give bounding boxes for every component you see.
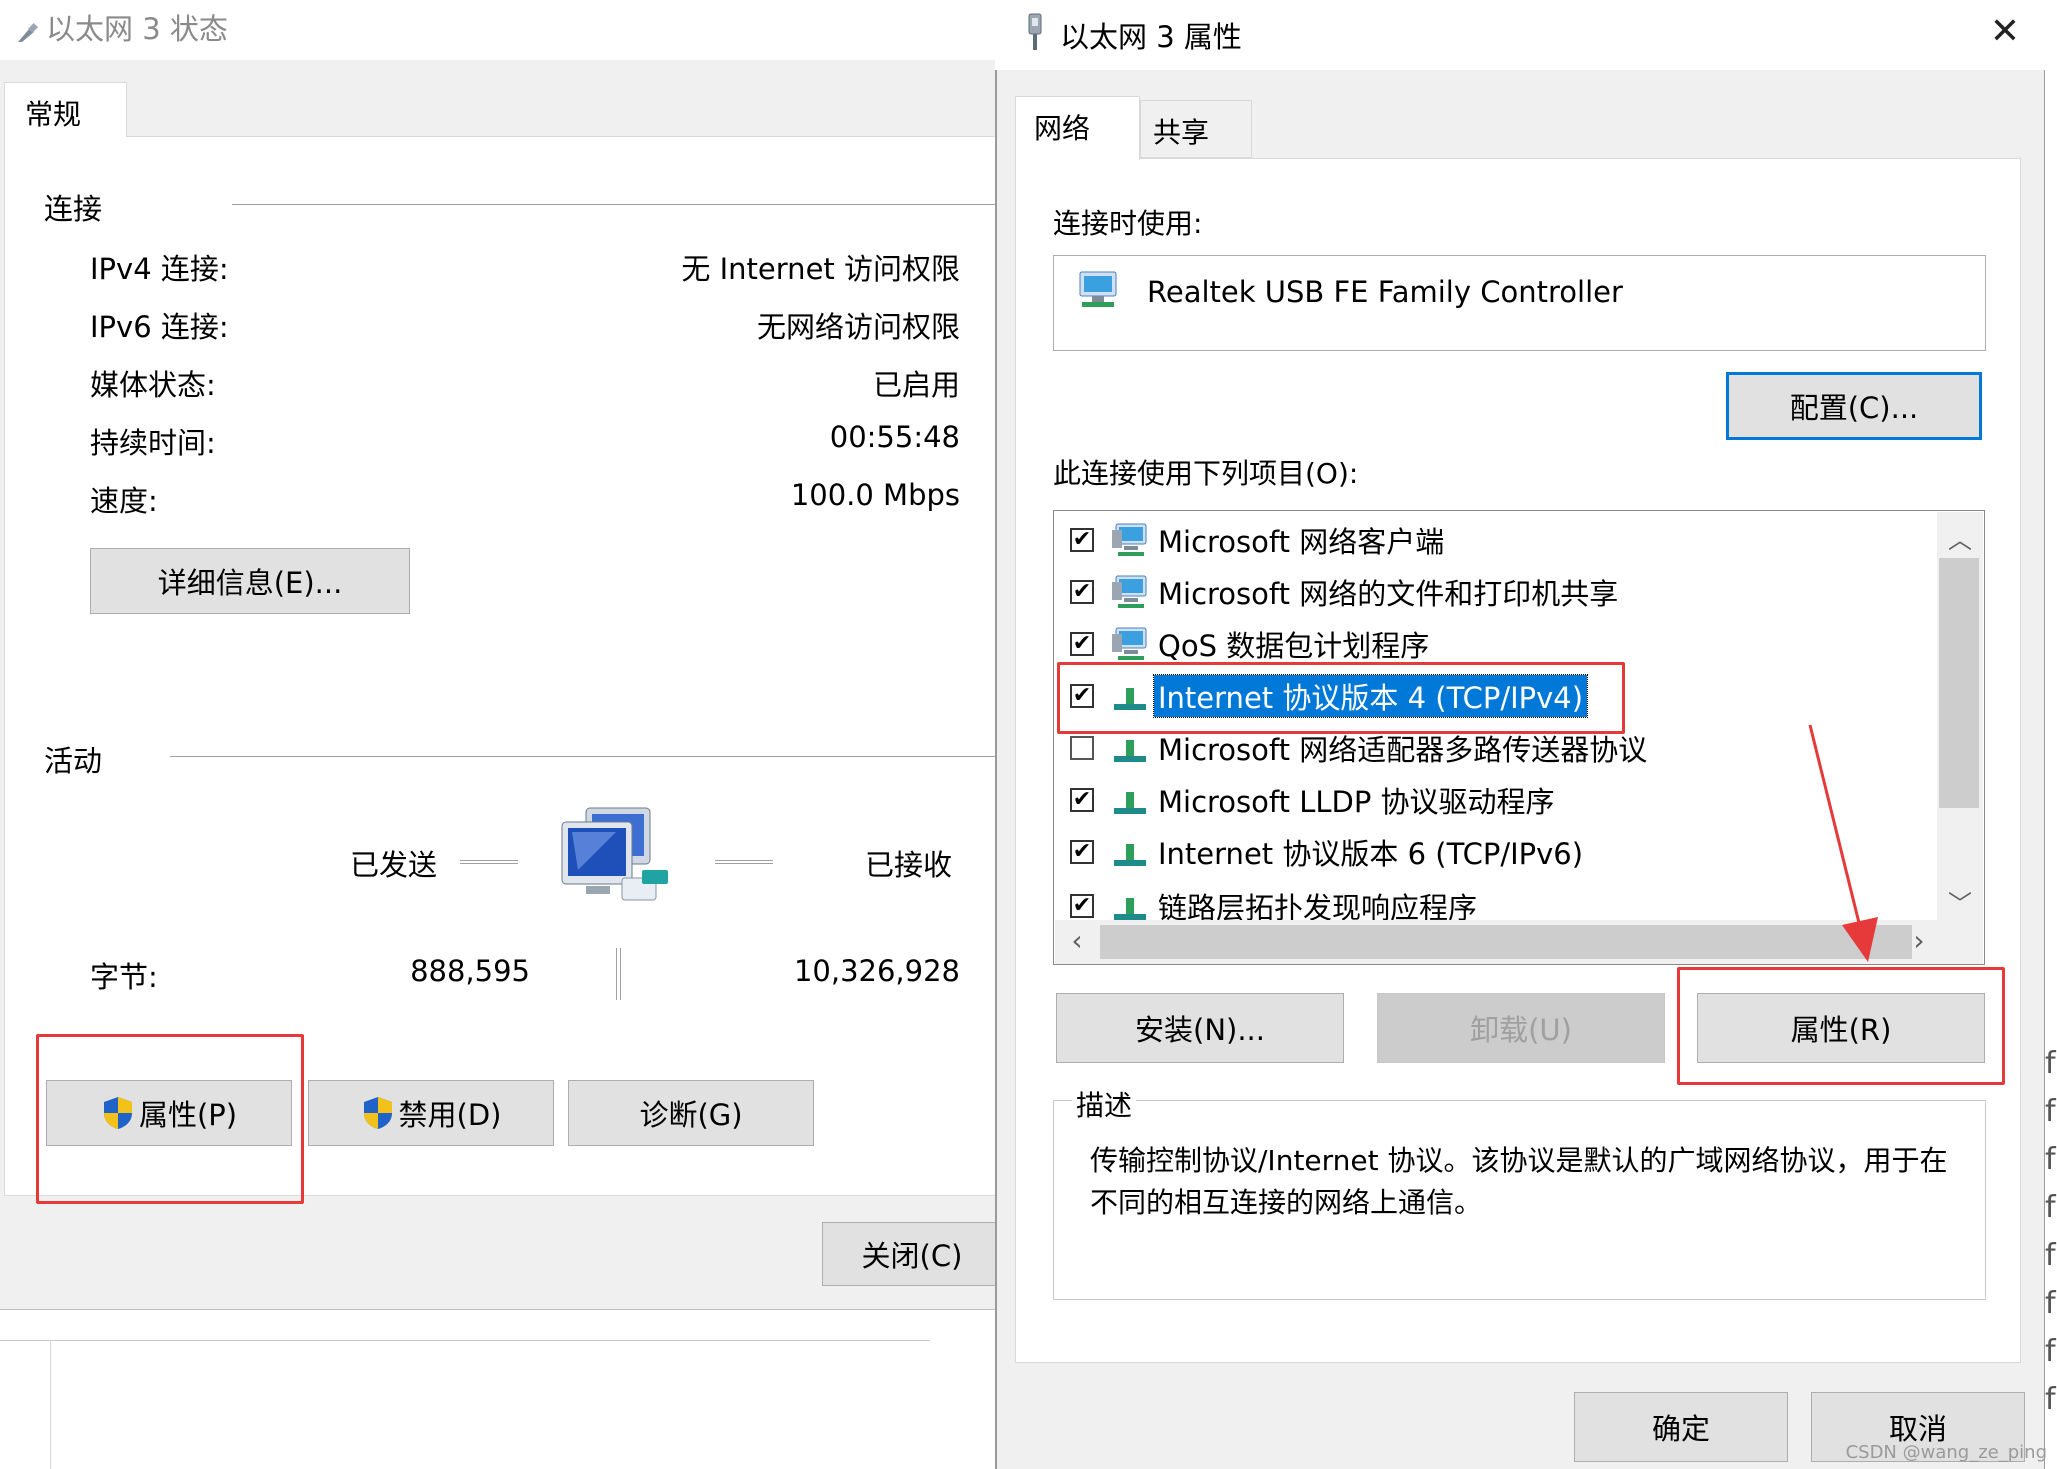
connect-using-label: 连接时使用:: [1053, 207, 1203, 240]
item-checkbox[interactable]: [1070, 736, 1094, 760]
speed-label: 速度:: [90, 484, 158, 518]
properties-window-title: 以太网 3 属性: [1060, 20, 1242, 54]
scroll-down-icon[interactable]: ﹀: [1937, 884, 1983, 919]
items-label: 此连接使用下列项目(O):: [1053, 457, 1359, 490]
ipv4-connection-value: 无 Internet 访问权限: [681, 252, 960, 286]
bytes-divider: [616, 948, 621, 1000]
description-text: 传输控制协议/Internet 协议。该协议是默认的广域网络协议，用于在不同的相…: [1090, 1144, 1948, 1219]
item-label: Microsoft LLDP 协议驱动程序: [1158, 785, 1555, 819]
highlight-box: [36, 1034, 304, 1204]
speed-value: 100.0 Mbps: [790, 478, 960, 512]
ipv6-connection-value: 无网络访问权限: [756, 310, 960, 344]
protocol-icon: [1114, 740, 1146, 762]
item-checkbox[interactable]: ✔: [1070, 580, 1094, 604]
protocol-icon: [1114, 898, 1146, 920]
media-state-value: 已启用: [872, 368, 960, 402]
activity-line: [715, 860, 773, 864]
network-client-icon: [1112, 523, 1147, 556]
watermark: CSDN @wang_ze_ping: [1845, 1442, 2047, 1463]
protocol-icon: [1114, 792, 1146, 814]
disable-button[interactable]: 禁用(D): [308, 1080, 554, 1146]
configure-button[interactable]: 配置(C)...: [1726, 372, 1982, 440]
item-label: Microsoft 网络客户端: [1158, 525, 1445, 559]
item-checkbox[interactable]: ✔: [1070, 840, 1094, 864]
scroll-right-icon[interactable]: ›: [1904, 924, 1934, 957]
list-item[interactable]: ✔ 链路层拓扑发现响应程序: [1070, 884, 1481, 920]
status-window-title: 以太网 3 状态: [46, 12, 228, 46]
duration-label: 持续时间:: [90, 426, 216, 460]
item-checkbox[interactable]: ✔: [1070, 528, 1094, 552]
window-edge: [50, 1340, 51, 1469]
ipv6-connection-label: IPv6 连接:: [90, 310, 229, 344]
list-item[interactable]: ✔ Microsoft LLDP 协议驱动程序: [1070, 778, 1559, 822]
activity-group-label: 活动: [44, 744, 103, 778]
list-item[interactable]: ✔ QoS 数据包计划程序: [1070, 622, 1433, 666]
group-divider: [232, 204, 1000, 205]
group-divider: [170, 756, 1000, 757]
item-checkbox[interactable]: ✔: [1070, 894, 1094, 918]
bytes-received-value: 10,326,928: [793, 954, 960, 988]
adapter-name: Realtek USB FE Family Controller: [1147, 275, 1623, 309]
window-edge: [0, 1340, 930, 1341]
background-edge-text: ffffffff: [2045, 1046, 2056, 1417]
item-checkbox[interactable]: ✔: [1070, 788, 1094, 812]
list-item-clip: ✔ 链路层拓扑发现响应程序: [1056, 884, 1936, 920]
description-label: 描述: [1072, 1084, 1137, 1124]
bytes-label: 字节:: [90, 960, 158, 994]
ethernet-plug-icon: [1028, 13, 1042, 50]
disable-button-label: 禁用(D): [398, 1098, 502, 1132]
diagnose-button[interactable]: 诊断(G): [568, 1080, 814, 1146]
tab-network[interactable]: 网络: [1015, 96, 1140, 160]
close-icon[interactable]: ✕: [1985, 12, 2025, 52]
list-item[interactable]: ✔ Microsoft 网络客户端: [1070, 518, 1448, 562]
item-checkbox[interactable]: ✔: [1070, 632, 1094, 656]
duration-value: 00:55:48: [829, 420, 960, 454]
bytes-sent-value: 888,595: [410, 954, 530, 988]
network-service-icon: [1112, 627, 1147, 660]
protocol-icon: [1114, 844, 1146, 866]
item-label: QoS 数据包计划程序: [1158, 629, 1430, 663]
details-button[interactable]: 详细信息(E)...: [90, 548, 410, 614]
highlight-box: [1677, 967, 2005, 1085]
list-item[interactable]: ✔ Internet 协议版本 6 (TCP/IPv6): [1070, 830, 1587, 874]
ok-button[interactable]: 确定: [1574, 1392, 1788, 1462]
received-label: 已接收: [865, 848, 953, 882]
sent-label: 已发送: [350, 848, 438, 882]
item-label: 链路层拓扑发现响应程序: [1158, 891, 1478, 920]
tab-general[interactable]: 常规: [4, 82, 127, 137]
highlight-box: [1057, 662, 1625, 734]
list-item[interactable]: ✔ Microsoft 网络的文件和打印机共享: [1070, 570, 1622, 614]
connection-group-label: 连接: [44, 192, 103, 226]
vertical-scroll-thumb[interactable]: [1939, 558, 1979, 808]
close-button[interactable]: 关闭(C): [822, 1222, 1002, 1286]
media-state-label: 媒体状态:: [90, 368, 216, 402]
uninstall-button[interactable]: 卸载(U): [1377, 993, 1665, 1063]
scroll-left-icon[interactable]: ‹: [1062, 924, 1092, 957]
tab-sharing[interactable]: 共享: [1140, 100, 1252, 158]
network-adapter-icon: [1079, 271, 1117, 307]
ipv4-connection-label: IPv4 连接:: [90, 252, 229, 286]
network-computers-icon: [561, 807, 668, 901]
activity-line: [460, 860, 518, 864]
install-button[interactable]: 安装(N)...: [1056, 993, 1344, 1063]
network-service-icon: [1112, 575, 1147, 608]
horizontal-scroll-thumb[interactable]: [1100, 925, 1912, 959]
item-label: Microsoft 网络的文件和打印机共享: [1158, 577, 1619, 611]
ethernet-cable-icon: [18, 23, 38, 42]
scroll-up-icon[interactable]: ︿: [1937, 520, 1983, 555]
item-label: Internet 协议版本 6 (TCP/IPv6): [1158, 837, 1584, 871]
background-window: [0, 1300, 930, 1469]
uac-shield-icon: [363, 1097, 392, 1129]
